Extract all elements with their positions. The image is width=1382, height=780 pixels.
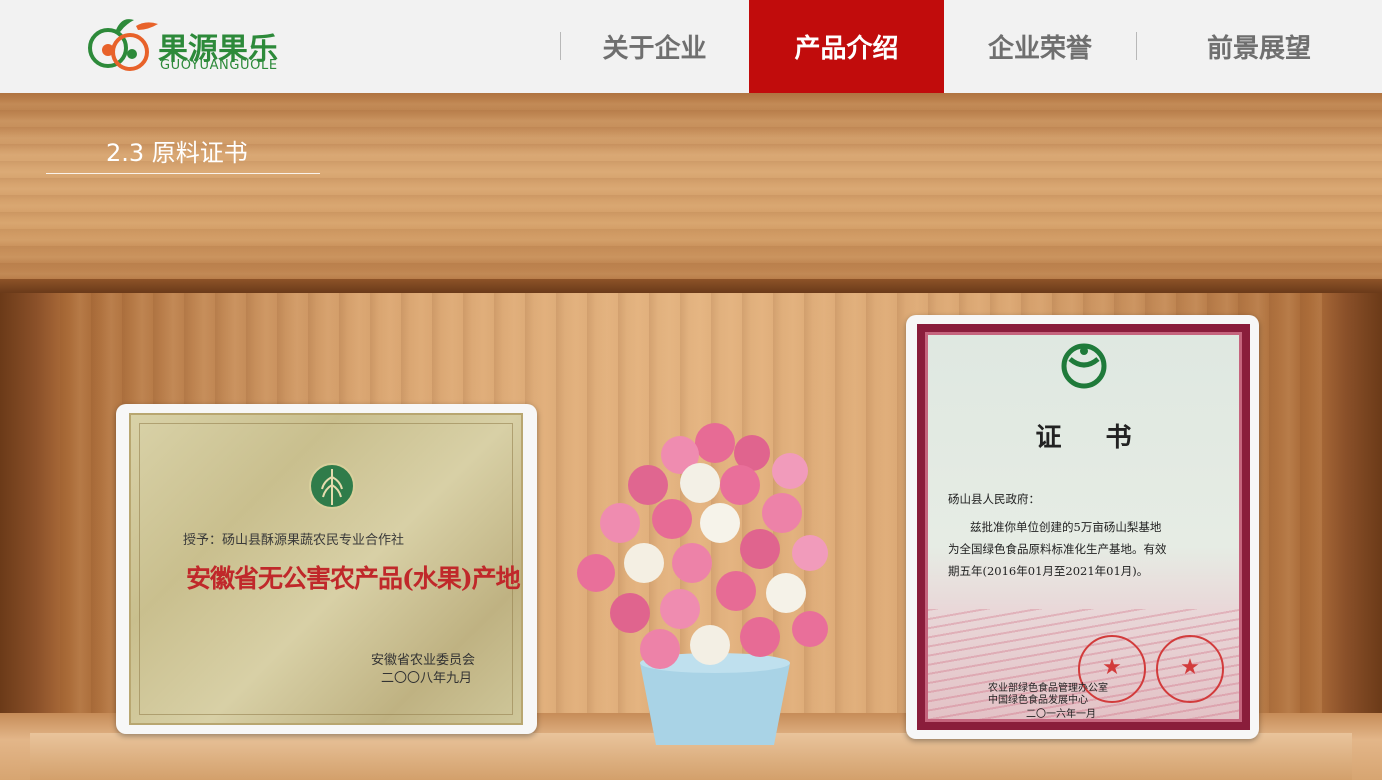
official-seal-icon: ★ xyxy=(1156,635,1224,703)
certificate-date: 二〇一六年一月 xyxy=(1026,709,1096,720)
nav-item-honors[interactable]: 企业荣誉 xyxy=(944,0,1136,93)
certificate-body-line: 兹批准你单位创建的5万亩砀山梨基地 xyxy=(970,520,1162,534)
shelf-top-edge xyxy=(0,279,1382,293)
flower-pot xyxy=(640,663,790,745)
brand-logo[interactable]: 果源果乐 GUOYUANGUOLE xyxy=(86,12,286,74)
site-header: 果源果乐 GUOYUANGUOLE 关于企业 产品介绍 企业荣誉 前景展望 xyxy=(0,0,1382,93)
nav-item-products[interactable]: 产品介绍 xyxy=(749,0,944,93)
section-divider xyxy=(46,173,320,174)
plaque-recipient: 授予：砀山县酥源果蔬农民专业合作社 xyxy=(183,533,405,548)
plaque-issuer: 安徽省农业委员会 xyxy=(371,653,476,668)
certificate-green-food: 证书 砀山县人民政府： 兹批准你单位创建的5万亩砀山梨基地 为全国绿色食品原料标… xyxy=(917,324,1250,730)
rose-bouquet xyxy=(577,423,828,669)
certificate-plaque: 授予：砀山县酥源果蔬农民专业合作社 安徽省无公害农产品(水果)产地 安徽省农业委… xyxy=(129,413,523,725)
certificate-plaque-card[interactable]: 授予：砀山县酥源果蔬农民专业合作社 安徽省无公害农产品(水果)产地 安徽省农业委… xyxy=(116,404,537,734)
main-nav: 关于企业 产品介绍 企业荣誉 前景展望 xyxy=(560,0,1382,93)
certificate-body-line: 期五年(2016年01月至2021年01月)。 xyxy=(948,564,1149,578)
certificate-body-line: 为全国绿色食品原料标准化生产基地。有效 xyxy=(948,542,1167,556)
plaque-date: 二〇〇八年九月 xyxy=(381,671,473,686)
nav-item-label: 产品介绍 xyxy=(794,34,899,64)
fruit-logo-icon xyxy=(88,19,158,71)
nav-item-label: 前景展望 xyxy=(1206,34,1311,64)
wheat-emblem-icon xyxy=(309,463,355,509)
certificate-green-food-card[interactable]: 证书 砀山县人民政府： 兹批准你单位创建的5万亩砀山梨基地 为全国绿色食品原料标… xyxy=(906,315,1259,739)
nav-separator xyxy=(1136,32,1137,60)
logo-english-name: GUOYUANGUOLE xyxy=(160,58,278,73)
flower-pot-image xyxy=(577,423,828,745)
certificate-heading: 证书 xyxy=(1035,423,1176,453)
nav-separator xyxy=(560,32,561,60)
section-title: 2.3 原料证书 xyxy=(106,139,248,167)
wood-wall xyxy=(0,93,1382,288)
nav-item-outlook[interactable]: 前景展望 xyxy=(1136,0,1382,93)
green-food-logo-icon xyxy=(1061,343,1107,389)
certificate-issuer-2: 中国绿色食品发展中心 xyxy=(988,695,1088,706)
shelf-side-left xyxy=(0,293,60,780)
certificate-addressee: 砀山县人民政府： xyxy=(948,492,1040,506)
nav-item-about[interactable]: 关于企业 xyxy=(560,0,749,93)
nav-item-label: 关于企业 xyxy=(602,34,707,64)
nav-item-label: 企业荣誉 xyxy=(987,34,1092,64)
plaque-title: 安徽省无公害农产品(水果)产地 xyxy=(186,564,521,593)
certificate-paper: 证书 砀山县人民政府： 兹批准你单位创建的5万亩砀山梨基地 为全国绿色食品原料标… xyxy=(925,332,1242,722)
shelf-side-right xyxy=(1322,293,1382,780)
shelf-scene: 2.3 原料证书 授予：砀山县酥源果蔬农民专业合作社 安徽省无公害农产品(水果)… xyxy=(0,93,1382,780)
